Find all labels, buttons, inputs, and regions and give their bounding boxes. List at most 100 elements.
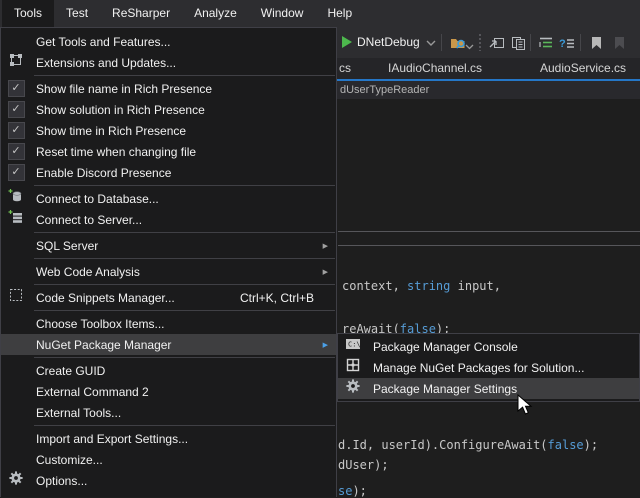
menu-item-label: SQL Server bbox=[31, 239, 323, 253]
nuget-package-icon bbox=[345, 357, 361, 378]
menu-gutter: ✓ bbox=[1, 99, 31, 120]
tab-cs[interactable]: cs bbox=[339, 58, 351, 79]
menu-item-get-tools-and-features[interactable]: Get Tools and Features... bbox=[1, 31, 336, 52]
menu-gutter bbox=[1, 428, 31, 449]
menu-gutter bbox=[1, 402, 31, 423]
checkmark-icon: ✓ bbox=[8, 164, 25, 181]
menubar-item-analyze[interactable]: Analyze bbox=[182, 0, 249, 27]
menu-gutter bbox=[1, 449, 31, 470]
menu-item-label: Package Manager Settings bbox=[368, 382, 639, 396]
menubar-item-help[interactable]: Help bbox=[315, 0, 364, 27]
settings-gear-icon bbox=[345, 378, 361, 399]
format-indent-icon[interactable] bbox=[537, 34, 555, 52]
menu-item-label: Connect to Server... bbox=[31, 213, 336, 227]
bookmark-disabled-icon[interactable] bbox=[610, 34, 628, 52]
menu-gutter: ✓ bbox=[1, 162, 31, 183]
menu-item-label: Enable Discord Presence bbox=[31, 166, 336, 180]
menu-item-options[interactable]: Options... bbox=[1, 470, 336, 491]
menu-item-label: External Tools... bbox=[31, 406, 336, 420]
menu-gutter: C:\ bbox=[338, 336, 368, 357]
menu-item-label: NuGet Package Manager bbox=[31, 338, 323, 352]
navigate-frame-icon[interactable] bbox=[488, 34, 506, 52]
menu-item-label: Get Tools and Features... bbox=[31, 35, 336, 49]
submenu-arrow-icon: ▶ bbox=[323, 242, 336, 250]
submenu-arrow-icon: ▶ bbox=[323, 341, 336, 349]
bookmark-icon[interactable] bbox=[587, 34, 605, 52]
breadcrumb[interactable]: dUserTypeReader bbox=[340, 81, 429, 99]
comment-lines-icon[interactable]: ? bbox=[558, 34, 576, 52]
menu-item-web-code-analysis[interactable]: Web Code Analysis▶ bbox=[1, 261, 336, 282]
tab-audioservice-cs[interactable]: AudioService.cs bbox=[540, 58, 626, 79]
menu-gutter bbox=[1, 334, 31, 355]
menu-item-sql-server[interactable]: SQL Server▶ bbox=[1, 235, 336, 256]
menu-item-enable-discord-presence[interactable]: ✓ Enable Discord Presence bbox=[1, 162, 336, 183]
toolbar-grip[interactable] bbox=[479, 34, 481, 51]
menu-item-customize[interactable]: Customize... bbox=[1, 449, 336, 470]
menu-item-package-manager-settings[interactable]: Package Manager Settings bbox=[338, 378, 639, 399]
menu-item-shortcut: Ctrl+K, Ctrl+B bbox=[240, 291, 336, 305]
submenu-arrow-icon: ▶ bbox=[323, 268, 336, 276]
mouse-cursor bbox=[517, 394, 533, 416]
menu-item-manage-nuget-packages-for-solution[interactable]: Manage NuGet Packages for Solution... bbox=[338, 357, 639, 378]
menubar-item-test[interactable]: Test bbox=[54, 0, 100, 27]
checkmark-icon: ✓ bbox=[8, 80, 25, 97]
menu-item-label: Customize... bbox=[31, 453, 336, 467]
run-icon[interactable] bbox=[339, 34, 357, 52]
menu-item-connect-to-server[interactable]: Connect to Server... bbox=[1, 209, 336, 230]
menu-item-import-and-export-settings[interactable]: Import and Export Settings... bbox=[1, 428, 336, 449]
connect-server-icon bbox=[8, 209, 24, 230]
menubar-item-tools[interactable]: Tools bbox=[2, 0, 54, 27]
menu-item-label: Package Manager Console bbox=[368, 340, 639, 354]
menu-item-label: Manage NuGet Packages for Solution... bbox=[368, 361, 639, 375]
menu-gutter bbox=[1, 287, 31, 308]
copy-frame-icon[interactable] bbox=[509, 34, 527, 52]
menu-gutter bbox=[1, 52, 31, 73]
menu-gutter bbox=[1, 235, 31, 256]
menu-gutter bbox=[338, 378, 368, 399]
menu-item-reset-time-when-changing-file[interactable]: ✓Reset time when changing file bbox=[1, 141, 336, 162]
tab-iaudiochannel-cs[interactable]: IAudioChannel.cs bbox=[388, 58, 482, 79]
menu-item-show-time-in-rich-presence[interactable]: ✓ Show time in Rich Presence bbox=[1, 120, 336, 141]
menu-item-external-tools[interactable]: External Tools... bbox=[1, 402, 336, 423]
menu-item-label: Connect to Database... bbox=[31, 192, 336, 206]
code-line: context, string input, bbox=[342, 279, 501, 293]
tools-menu-popup: Get Tools and Features... Extensions and … bbox=[0, 27, 337, 497]
menu-gutter: ✓ bbox=[1, 120, 31, 141]
toolbar-separator bbox=[441, 34, 442, 51]
menu-item-label: External Command 2 bbox=[31, 385, 336, 399]
run-config-dropdown[interactable]: DNetDebug bbox=[357, 27, 420, 58]
options-gear-icon bbox=[8, 470, 24, 491]
menu-item-package-manager-console[interactable]: C:\Package Manager Console bbox=[338, 336, 639, 357]
toolbar-separator bbox=[580, 34, 581, 51]
menu-gutter bbox=[1, 209, 31, 230]
checkmark-icon: ✓ bbox=[8, 122, 25, 139]
menu-item-show-file-name-in-rich-presence[interactable]: ✓Show file name in Rich Presence bbox=[1, 78, 336, 99]
method-separator-line bbox=[338, 245, 640, 246]
menu-gutter bbox=[1, 470, 31, 491]
menu-item-label: Web Code Analysis bbox=[31, 265, 323, 279]
menu-item-create-guid[interactable]: Create GUID bbox=[1, 360, 336, 381]
menu-item-code-snippets-manager[interactable]: Code Snippets Manager...Ctrl+K, Ctrl+B bbox=[1, 287, 336, 308]
menubar-item-window[interactable]: Window bbox=[249, 0, 316, 27]
menu-item-nuget-package-manager[interactable]: NuGet Package Manager▶ bbox=[1, 334, 336, 355]
menu-gutter bbox=[1, 313, 31, 334]
menu-gutter bbox=[1, 360, 31, 381]
toolbar-separator bbox=[530, 34, 531, 51]
menu-item-label: Choose Toolbox Items... bbox=[31, 317, 336, 331]
menu-item-label: Options... bbox=[31, 474, 336, 488]
menu-gutter bbox=[1, 381, 31, 402]
menu-gutter bbox=[1, 31, 31, 52]
menu-gutter bbox=[1, 188, 31, 209]
menu-item-extensions-and-updates[interactable]: Extensions and Updates... bbox=[1, 52, 336, 73]
menu-item-label: Show time in Rich Presence bbox=[31, 124, 336, 138]
svg-text:?: ? bbox=[559, 38, 566, 50]
code-snippets-icon bbox=[8, 287, 24, 308]
menu-item-show-solution-in-rich-presence[interactable]: ✓Show solution in Rich Presence bbox=[1, 99, 336, 120]
menu-bar: ToolsTestReSharperAnalyzeWindowHelp bbox=[0, 0, 640, 27]
menubar-item-resharper[interactable]: ReSharper bbox=[100, 0, 182, 27]
menu-item-choose-toolbox-items[interactable]: Choose Toolbox Items... bbox=[1, 313, 336, 334]
code-line: d.Id, userId).ConfigureAwait(false); bbox=[338, 438, 598, 452]
menu-gutter: ✓ bbox=[1, 78, 31, 99]
menu-item-external-command-2[interactable]: External Command 2 bbox=[1, 381, 336, 402]
menu-item-connect-to-database[interactable]: Connect to Database... bbox=[1, 188, 336, 209]
